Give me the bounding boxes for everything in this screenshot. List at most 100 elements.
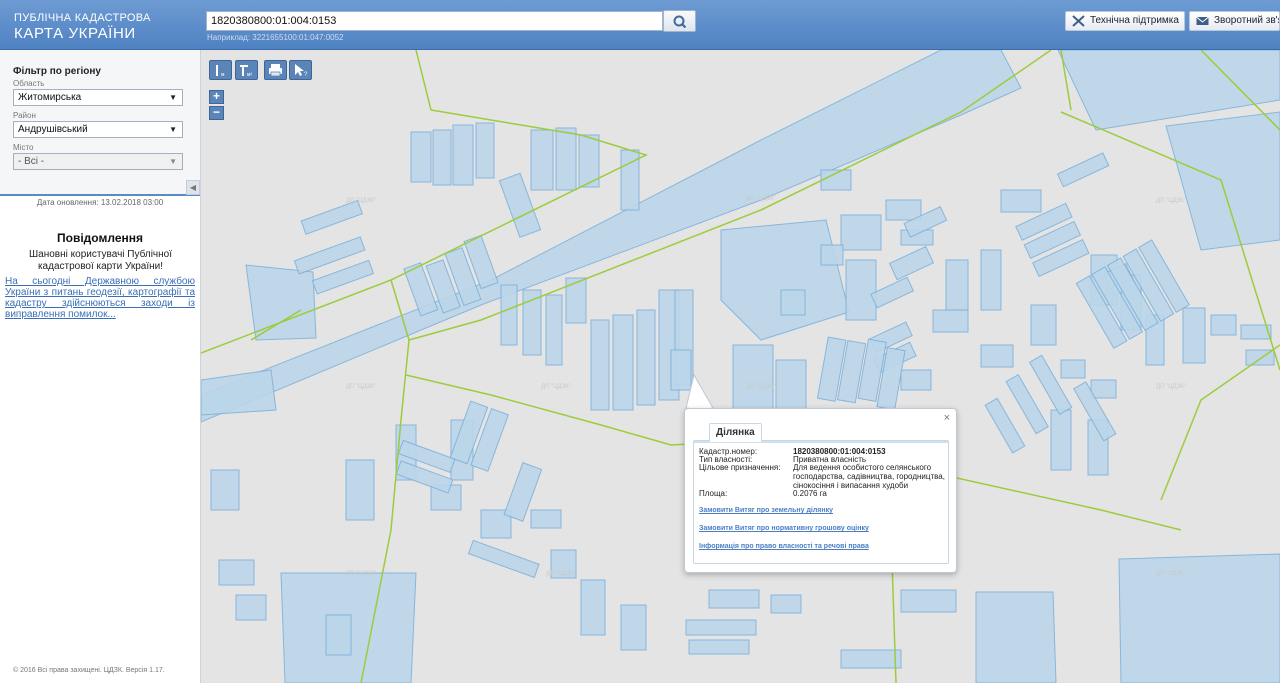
parcel[interactable] [1182,307,1206,364]
parcel[interactable] [530,129,554,191]
parcel[interactable] [555,127,577,191]
parcel[interactable] [845,259,877,321]
parcel[interactable] [345,459,375,521]
parcel[interactable] [770,594,802,614]
parcel[interactable] [325,614,352,656]
filter-title: Фільтр по регіону [13,66,101,77]
parcel[interactable] [900,589,957,613]
printer-icon [269,64,282,77]
dropdown-arrow-icon: ▼ [169,93,177,102]
parcel[interactable] [410,131,432,183]
parcel[interactable] [218,559,255,586]
parcel[interactable] [432,129,452,186]
purpose-value: Для ведення особистого селянського госпо… [793,463,945,490]
logo-line-2: КАРТА УКРАЇНИ [14,25,136,42]
collapse-sidebar-button[interactable]: ◀ [186,180,200,195]
measure-line-button[interactable]: м [209,60,232,80]
parcel[interactable] [210,469,240,511]
parcel[interactable] [780,289,806,316]
cadastral-map[interactable]: ДП "ЦДЗК" ДП "ЦДЗК" ДП "ЦДЗК" ДП "ЦДЗК" … [201,50,1280,683]
parcel[interactable] [235,594,267,621]
parcel[interactable] [452,124,474,186]
parcel[interactable] [775,359,807,416]
zoom-out-button[interactable]: − [209,106,224,120]
parcel[interactable] [885,199,922,221]
parcel[interactable] [500,284,518,346]
parcel[interactable] [1030,304,1057,346]
watermark: ДП "ЦДЗК" [1156,571,1186,577]
parcel[interactable] [840,214,882,251]
watermark: ДП "ЦДЗК" [746,384,776,390]
sidebar: Фільтр по регіону Область Житомирська ▼ … [0,50,201,683]
selected-parcel[interactable] [670,349,692,391]
parcel[interactable] [467,539,540,579]
watermark: ДП "ЦДЗК" [346,384,376,390]
parcel[interactable] [475,122,495,179]
parcel[interactable] [945,259,969,311]
misto-label: Місто [13,143,34,152]
parcel[interactable] [590,319,610,411]
logo[interactable]: ПУБЛІЧНА КАДАСТРОВА КАРТА УКРАЇНИ [14,12,151,42]
watermark: ДП "ЦДЗК" [1156,384,1186,390]
search-example: Наприклад: 3221655100:01:047:0052 [207,33,344,42]
support-button[interactable]: Технічна підтримка [1065,11,1185,31]
parcel[interactable] [900,369,932,391]
misto-select[interactable]: - Всі - ▼ [13,153,183,170]
parcel[interactable] [888,245,935,281]
zoom-in-button[interactable]: + [209,90,224,104]
area-ruler-icon: м² [240,65,252,78]
print-button[interactable] [264,60,287,80]
watermark: ДП "ЦДЗК" [546,571,576,577]
map-canvas[interactable]: ДП "ЦДЗК" ДП "ЦДЗК" ДП "ЦДЗК" ДП "ЦДЗК" … [201,50,1280,683]
parcel[interactable] [1000,189,1042,213]
purpose-label: Цільове призначення: [699,463,781,472]
measure-area-button[interactable]: м² [235,60,258,80]
parcel[interactable] [620,604,647,651]
tab-parcel[interactable]: Ділянка [709,423,762,442]
parcel[interactable] [1056,152,1110,188]
svg-text:м: м [221,72,225,78]
copyright: © 2016 Всі права захищені. ЦДЗК. Версія … [13,667,165,674]
parcel[interactable] [545,294,563,366]
oblast-select[interactable]: Житомирська ▼ [13,89,183,106]
parcel[interactable] [980,344,1014,368]
search-input[interactable] [206,11,663,31]
parcel[interactable] [1060,359,1086,379]
parcel[interactable] [685,619,757,636]
search-button[interactable] [663,10,696,32]
watermark: ДП "ЦДЗК" [346,571,376,577]
order-valuation-link[interactable]: Замовити Витяг про нормативну грошову оц… [699,525,869,532]
parcel[interactable] [1050,409,1072,471]
raion-select[interactable]: Андрушівський ▼ [13,121,183,138]
parcel-cluster[interactable] [375,384,584,579]
parcel[interactable] [300,199,364,235]
parcel[interactable] [932,309,969,333]
parcel[interactable] [688,639,750,655]
watermark: ДП "ЦДЗК" [746,196,776,202]
parcel[interactable] [612,314,634,411]
parcel[interactable] [580,579,606,636]
news-link[interactable]: На сьогодні Державною службою України з … [5,276,195,320]
support-label: Технічна підтримка [1090,15,1179,26]
parcel[interactable] [870,276,915,309]
ruler-icon: м [216,65,225,78]
parcel[interactable] [1090,379,1117,399]
parcel[interactable] [708,589,760,609]
ownership-info-link[interactable]: Інформація про право власності та речові… [699,543,869,550]
parcel[interactable] [530,509,562,529]
parcel[interactable] [820,244,844,266]
identify-button[interactable]: ? [289,60,312,80]
parcel[interactable] [980,249,1002,311]
parcel[interactable] [840,649,902,669]
parcel-info-panel: Кадастр.номер: 1820380800:01:004:0153 Ти… [693,440,949,564]
parcel[interactable] [636,309,656,406]
boundary-line [1160,344,1280,501]
order-extract-link[interactable]: Замовити Витяг про земельну ділянку [699,507,833,514]
feedback-button[interactable]: Зворотний зв'язок [1189,11,1280,31]
area-label: Площа: [699,489,728,498]
svg-text:?: ? [304,72,308,78]
parcel[interactable] [984,397,1026,454]
parcel[interactable] [1210,314,1237,336]
close-icon[interactable]: × [944,412,950,424]
identify-icon: ? [295,64,308,78]
